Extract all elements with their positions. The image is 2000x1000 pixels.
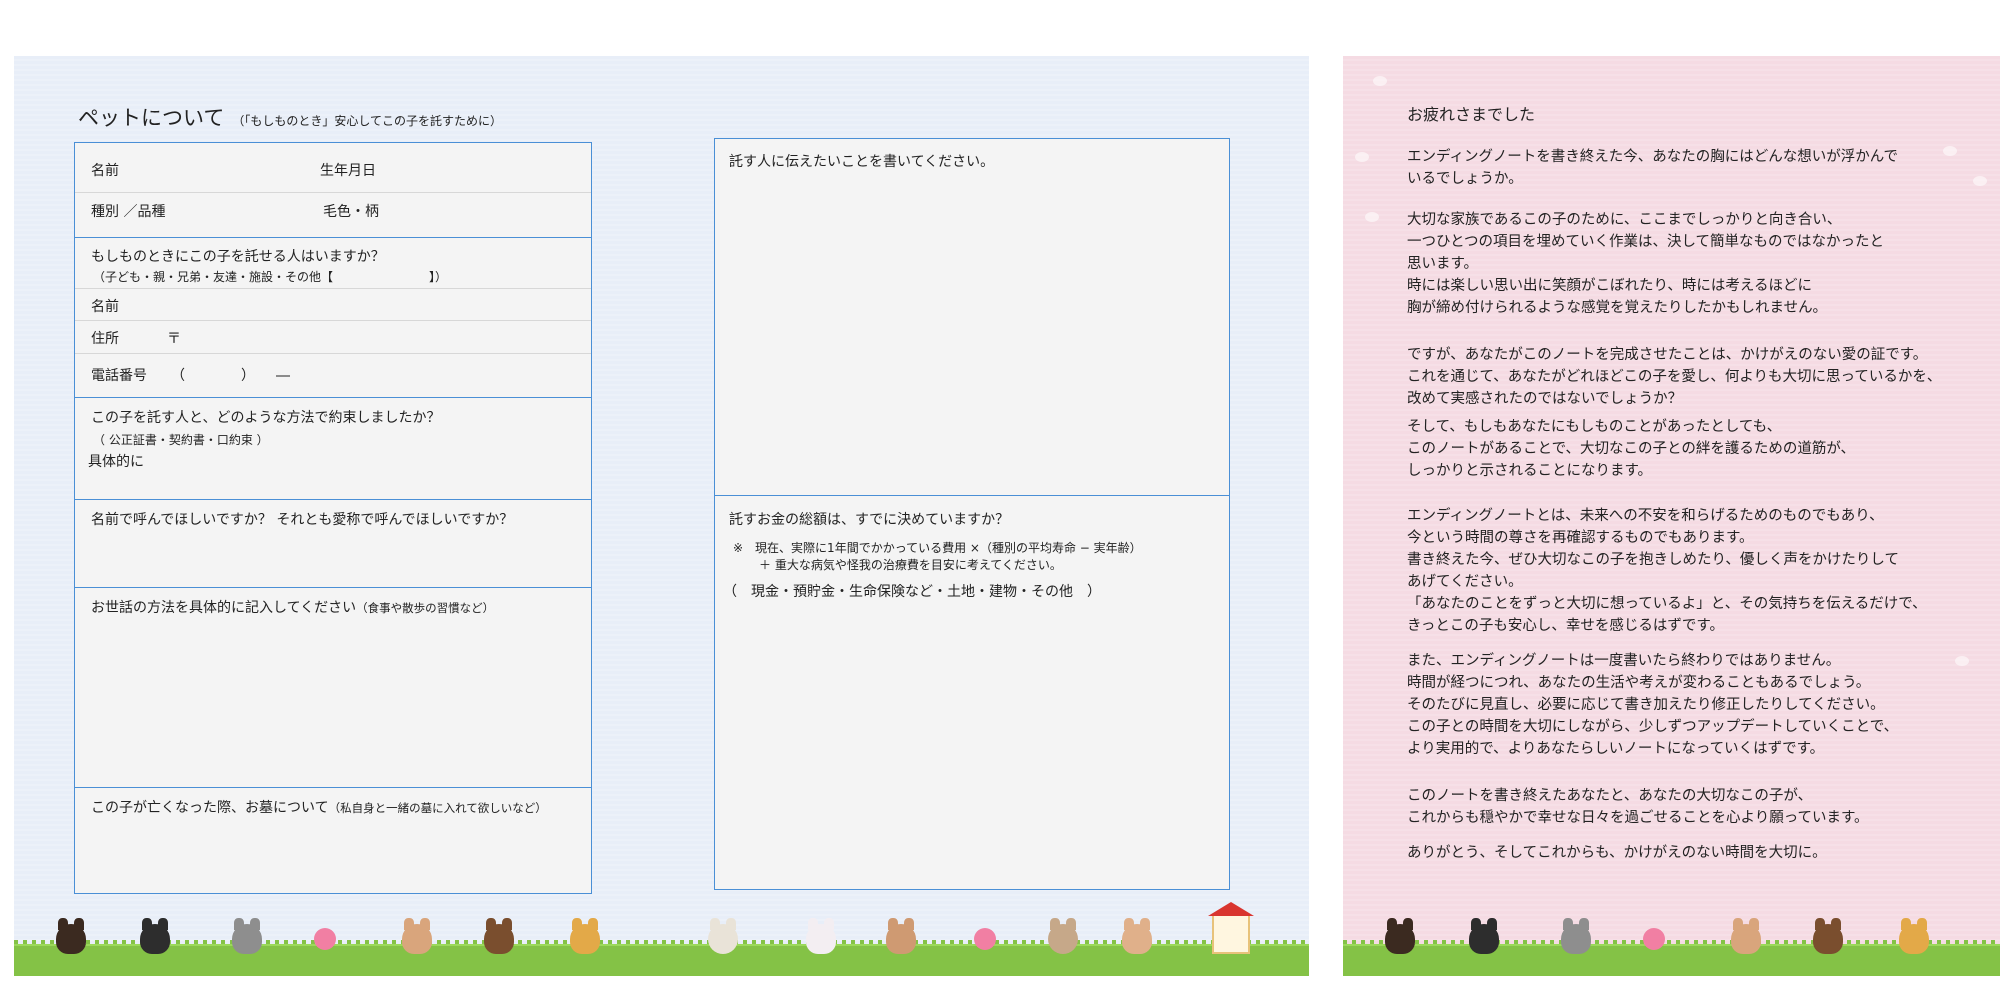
- cat-icon: [232, 918, 262, 954]
- closing-line: あげてください。: [1407, 574, 1523, 590]
- petal-decoration: [1955, 656, 1969, 666]
- phone-label: 電話番号: [91, 368, 147, 384]
- closing-line: これからも穏やかで幸せな日々を過ごせることを心より願っています。: [1407, 810, 1869, 826]
- closing-line: ですが、あなたがこのノートを完成させたことは、かけがえのない愛の証です。: [1407, 347, 1928, 363]
- promise-options: （ 公正証書・契約書・口約束 ）: [93, 433, 269, 447]
- hedgehog-icon: [1048, 918, 1078, 954]
- closing-line: エンディングノートを書き終えた今、あなたの胸にはどんな想いが浮かんで: [1407, 149, 1898, 165]
- message-prompt: 託す人に伝えたいことを書いてください。: [729, 154, 995, 170]
- dog-icon: [56, 918, 86, 954]
- pet-info-page: ペットについて （「もしものとき」安心してこの子を託すために） 名前 生年月日 種…: [14, 56, 1309, 976]
- closing-line: この子との時間を大切にしながら、少しずつアップデートしていくことで、: [1407, 719, 1899, 735]
- birthday-label: 生年月日: [320, 163, 376, 179]
- petal-decoration: [1355, 152, 1369, 162]
- section-divider: [75, 787, 591, 788]
- care-question: お世話の方法を具体的に記入してください（食事や散歩の習慣など）: [91, 600, 495, 616]
- species-label: 種別 ／品種: [91, 204, 166, 220]
- rabbit-icon: [806, 918, 836, 954]
- cat-icon: [1122, 918, 1152, 954]
- closing-line: これを通じて、あなたがどれほどこの子を愛し、何よりも大切に思っているかを、: [1407, 369, 1942, 385]
- trust-options: （子ども・親・兄弟・友達・施設・その他【 】）: [93, 270, 448, 284]
- trust-question: もしものときにこの子を託せる人はいますか？: [91, 249, 385, 265]
- cat-icon: [402, 918, 432, 954]
- closing-line: 改めて実感されたのではないでしょうか？: [1407, 391, 1683, 407]
- promise-detail-label: 具体的に: [88, 454, 144, 470]
- doghouse-icon: [1208, 902, 1254, 954]
- closing-line: そして、もしもあなたにもしものことがあったとしても、: [1407, 419, 1782, 435]
- closing-line: より実用的で、よりあなたらしいノートになっていくはずです。: [1407, 741, 1825, 757]
- paw-icon: [1643, 928, 1665, 950]
- petal-decoration: [1373, 76, 1387, 86]
- name-label: 名前: [91, 163, 119, 179]
- section-divider: [75, 587, 591, 588]
- petal-decoration: [1365, 212, 1379, 222]
- closing-line: 時には楽しい思い出に笑顔がこぼれたり、時には考えるほどに: [1407, 278, 1812, 294]
- closing-line: そのたびに見直し、必要に応じて書き加えたり修正したりしてください。: [1407, 697, 1885, 713]
- dog-icon: [484, 918, 514, 954]
- owl-icon: [708, 918, 738, 954]
- money-note-1: ※ 現在、実際に1年間でかかっている費用 ×（種別の平均寿命 − 実年齢）: [733, 541, 1142, 555]
- section-divider: [75, 397, 591, 398]
- closing-message-page: お疲れさまでした エンディングノートを書き終えた今、あなたの胸にはどんな想いが浮…: [1343, 56, 2000, 976]
- money-note-2: ＋ 重大な病気や怪我の治療費を目安に考えてください。: [759, 558, 1062, 572]
- closing-line: 一つひとつの項目を埋めていく作業は、決して簡単なものではなかったと: [1407, 234, 1885, 250]
- closing-line: ありがとう、そしてこれからも、かけがえのない時間を大切に。: [1407, 845, 1827, 861]
- paw-icon: [314, 928, 336, 950]
- page-title: ペットについて （「もしものとき」安心してこの子を託すために）: [78, 106, 503, 130]
- closing-line: このノートを書き終えたあなたと、あなたの大切なこの子が、: [1407, 788, 1813, 804]
- closing-line: 今という時間の尊さを再確認するものでもあります。: [1407, 530, 1754, 546]
- dog-icon: [1385, 918, 1415, 954]
- cat-icon: [1561, 918, 1591, 954]
- section-divider: [715, 495, 1229, 496]
- dog-icon: [1813, 918, 1843, 954]
- closing-line: しっかりと示されることになります。: [1407, 463, 1653, 479]
- pet-info-form: 名前 生年月日 種別 ／品種 毛色・柄 もしものときにこの子を託せる人はいますか…: [74, 142, 592, 894]
- dog-icon: [1469, 918, 1499, 954]
- money-question: 託すお金の総額は、すでに決めていますか？: [729, 512, 1010, 528]
- closing-line: きっとこの子も安心し、幸せを感じるはずです。: [1407, 618, 1724, 634]
- divider: [75, 288, 591, 289]
- trust-name-label: 名前: [91, 299, 119, 315]
- cat-icon: [1731, 918, 1761, 954]
- paw-icon: [974, 928, 996, 950]
- petal-decoration: [1973, 176, 1987, 186]
- section-divider: [75, 499, 591, 500]
- closing-line: いるでしょうか。: [1407, 171, 1523, 187]
- section-divider: [75, 237, 591, 238]
- promise-question: この子を託す人と、どのような方法で約束しましたか？: [91, 410, 441, 426]
- cat-icon: [886, 918, 916, 954]
- closing-line: 時間が経つにつれ、あなたの生活や考えが変わることもあるでしょう。: [1407, 675, 1871, 691]
- dog-icon: [1899, 918, 1929, 954]
- grass-strip: [14, 944, 1309, 976]
- closing-line: 大切な家族であるこの子のために、ここまでしっかりと向き合い、: [1407, 212, 1842, 228]
- phone-format: （ ） ―: [171, 368, 290, 384]
- divider: [75, 353, 591, 354]
- divider: [75, 320, 591, 321]
- grave-question: この子が亡くなった際、お墓について（私自身と一緒の墓に入れて欲しいなど）: [91, 800, 547, 816]
- money-sources: （ 現金・預貯金・生命保険など・土地・建物・その他 ）: [723, 584, 1101, 600]
- closing-line: エンディングノートとは、未来への不安を和らげるためのものでもあり、: [1407, 508, 1884, 524]
- postal-mark: 〒: [167, 331, 181, 347]
- dog-icon: [140, 918, 170, 954]
- petal-decoration: [1943, 146, 1957, 156]
- divider: [75, 192, 591, 193]
- call-name-question: 名前で呼んでほしいですか？ それとも愛称で呼んでほしいですか？: [91, 512, 514, 528]
- closing-line: このノートがあることで、大切なこの子との絆を護るための道筋が、: [1407, 441, 1856, 457]
- dog-icon: [570, 918, 600, 954]
- message-form: 託す人に伝えたいことを書いてください。 託すお金の総額は、すでに決めていますか？…: [714, 138, 1230, 890]
- address-label: 住所: [91, 331, 119, 347]
- fur-color-label: 毛色・柄: [323, 204, 379, 220]
- closing-line: 思います。: [1407, 256, 1479, 272]
- closing-line: 胸が締め付けられるような感覚を覚えたりしたかもしれません。: [1407, 300, 1828, 316]
- closing-line: 「あなたのことをずっと大切に想っているよ」と、その気持ちを伝えるだけで、: [1407, 596, 1927, 612]
- closing-heading: お疲れさまでした: [1407, 105, 1536, 124]
- closing-line: 書き終えた今、ぜひ大切なこの子を抱きしめたり、優しく声をかけたりして: [1407, 552, 1899, 568]
- closing-line: また、エンディングノートは一度書いたら終わりではありません。: [1407, 653, 1841, 669]
